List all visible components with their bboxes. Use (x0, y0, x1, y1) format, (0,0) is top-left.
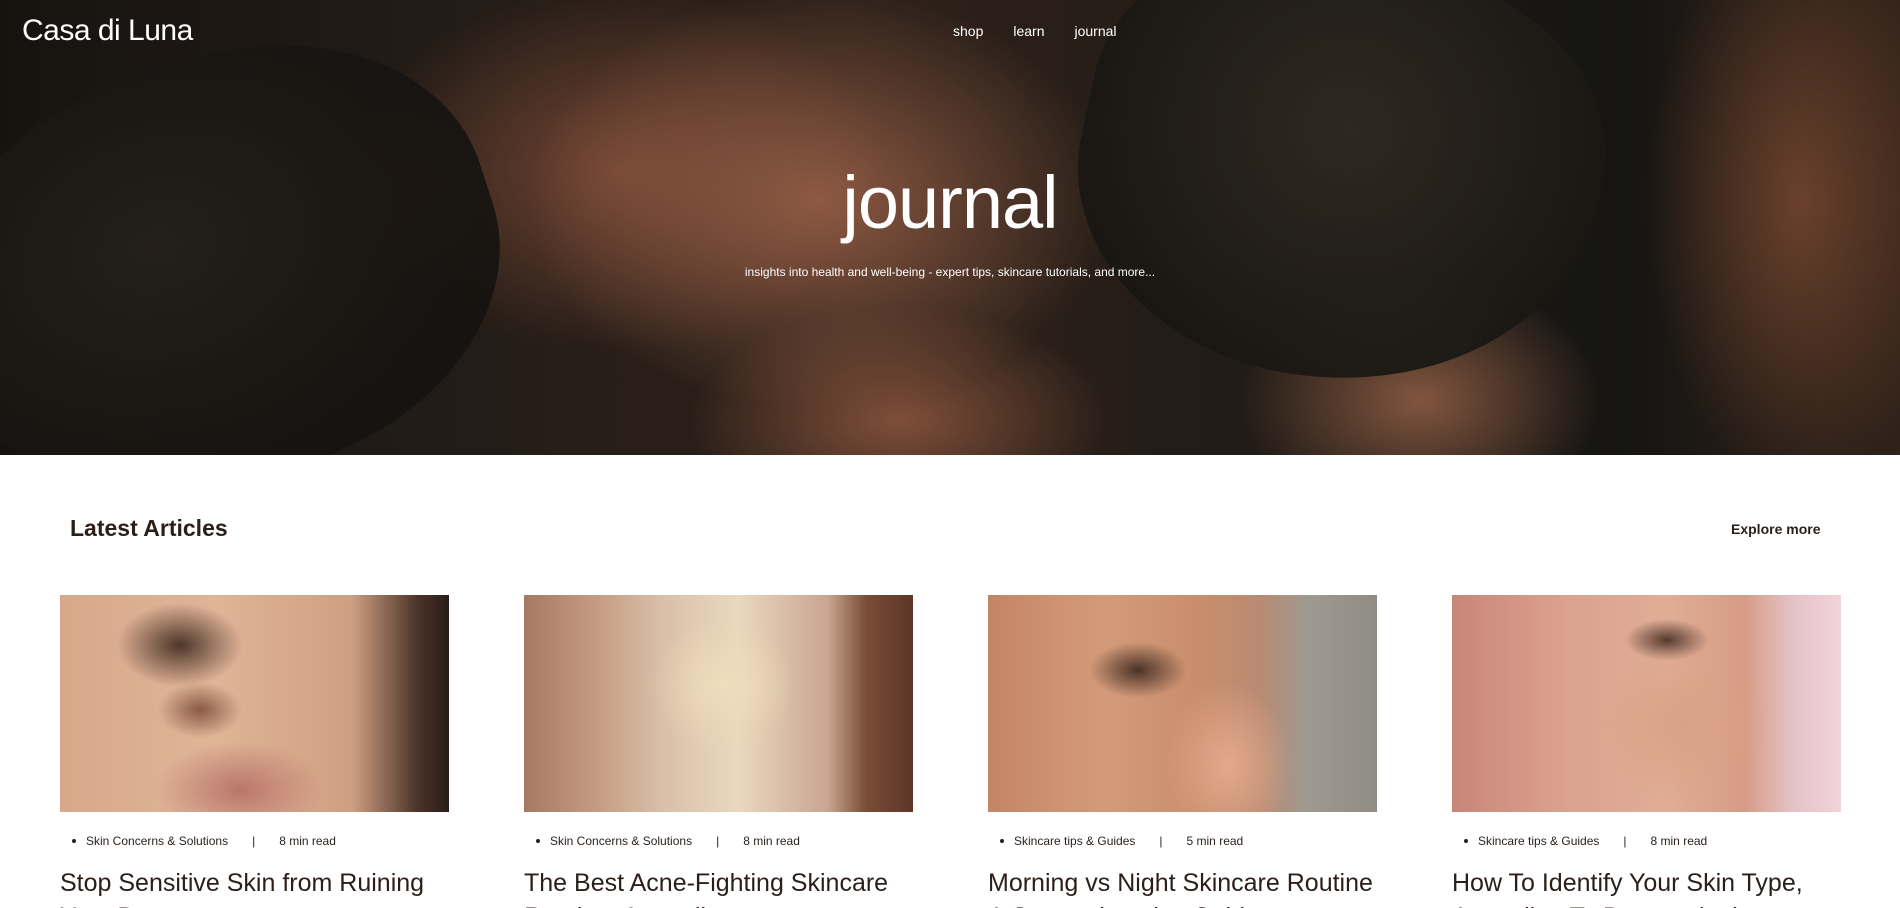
article-card[interactable]: Skincare tips & Guides | 8 min read How … (1452, 595, 1841, 908)
article-read-time: 8 min read (279, 834, 336, 848)
article-category[interactable]: Skin Concerns & Solutions (86, 834, 228, 848)
nav-item-learn[interactable]: learn (1013, 23, 1044, 39)
article-card[interactable]: Skin Concerns & Solutions | 8 min read S… (60, 595, 449, 908)
meta-separator: | (1159, 834, 1163, 848)
article-meta: Skin Concerns & Solutions | 8 min read (524, 834, 913, 848)
site-logo[interactable]: Casa di Luna (22, 14, 193, 48)
article-title[interactable]: Morning vs Night Skincare Routine A Comp… (988, 866, 1377, 908)
article-title[interactable]: How To Identify Your Skin Type, Accordin… (1452, 866, 1841, 908)
article-card[interactable]: Skin Concerns & Solutions | 8 min read T… (524, 595, 913, 908)
bullet-icon (1464, 839, 1468, 843)
meta-separator: | (716, 834, 720, 848)
article-category[interactable]: Skincare tips & Guides (1478, 834, 1599, 848)
article-read-time: 5 min read (1186, 834, 1244, 848)
page-title: journal (842, 161, 1058, 244)
article-category[interactable]: Skin Concerns & Solutions (550, 834, 692, 848)
article-image[interactable] (988, 595, 1377, 812)
meta-separator: | (252, 834, 256, 848)
article-image[interactable] (60, 595, 449, 812)
hero-banner: Casa di Luna shop learn journal journal … (0, 0, 1900, 455)
explore-more-link[interactable]: Explore more (1731, 521, 1820, 537)
article-title[interactable]: Stop Sensitive Skin from Ruining Your Da… (60, 866, 449, 908)
bullet-icon (72, 839, 76, 843)
main-nav: shop learn journal (953, 23, 1147, 39)
article-category[interactable]: Skincare tips & Guides (1014, 834, 1135, 848)
nav-item-shop[interactable]: shop (953, 23, 983, 39)
page-subtitle: insights into health and well-being - ex… (744, 265, 1156, 279)
article-read-time: 8 min read (743, 834, 800, 848)
article-title[interactable]: The Best Acne-Fighting Skincare Routine,… (524, 866, 913, 908)
article-meta: Skin Concerns & Solutions | 8 min read (60, 834, 449, 848)
meta-separator: | (1623, 834, 1627, 848)
bullet-icon (1000, 839, 1004, 843)
bullet-icon (536, 839, 540, 843)
article-read-time: 8 min read (1650, 834, 1708, 848)
nav-item-journal[interactable]: journal (1075, 23, 1117, 39)
article-image[interactable] (1452, 595, 1841, 812)
article-meta: Skincare tips & Guides | 8 min read (1452, 834, 1841, 848)
section-heading: Latest Articles (70, 515, 228, 541)
article-image[interactable] (524, 595, 913, 812)
article-meta: Skincare tips & Guides | 5 min read (988, 834, 1377, 848)
article-card[interactable]: Skincare tips & Guides | 5 min read Morn… (988, 595, 1377, 908)
